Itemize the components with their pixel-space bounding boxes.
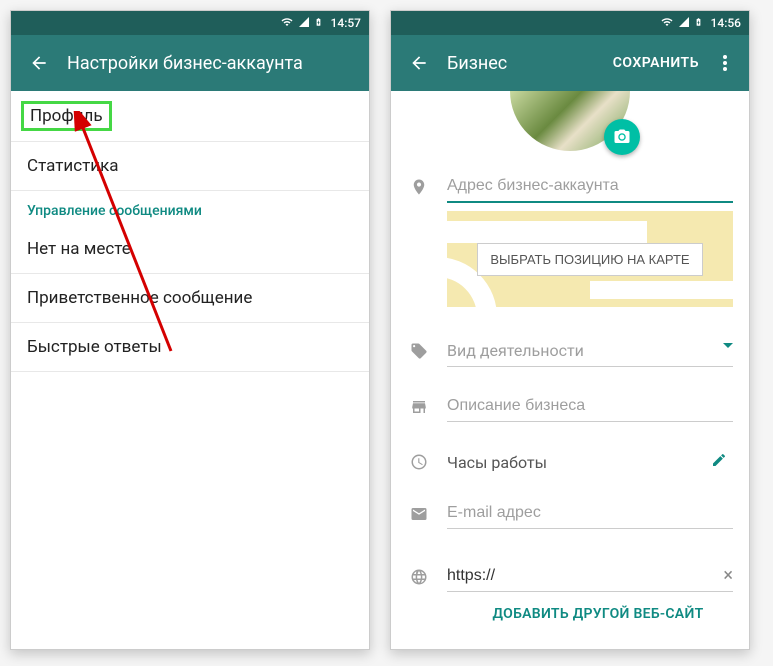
description-input[interactable] [447,391,733,422]
menu-item-label: Профиль [30,106,103,126]
menu-item-greeting[interactable]: Приветственное сообщение [11,274,369,323]
signal-icon [298,16,310,31]
status-bar: 14:57 [11,11,369,35]
app-bar: Бизнес СОХРАНИТЬ [391,35,749,91]
wifi-icon [280,16,294,31]
category-dropdown[interactable]: Вид деятельности [447,335,733,367]
overflow-menu-button[interactable] [709,43,741,83]
address-input[interactable] [447,171,733,203]
status-time: 14:57 [331,16,361,30]
tag-icon [407,342,431,360]
hours-row[interactable]: Часы работы [391,436,749,478]
website-input[interactable] [447,561,733,592]
clock-icon [407,453,431,471]
appbar-title: Настройки бизнес-аккаунта [67,53,361,74]
back-button[interactable] [399,43,439,83]
address-row [391,161,749,203]
menu-item-label: Приветственное сообщение [27,288,252,308]
globe-icon [407,568,431,586]
category-placeholder: Вид деятельности [447,335,733,366]
status-time: 14:56 [711,16,741,30]
category-row: Вид деятельности [391,325,749,367]
save-button[interactable]: СОХРАНИТЬ [603,47,709,79]
location-icon [407,178,431,196]
avatar-section [391,91,749,151]
back-button[interactable] [19,43,59,83]
clear-website-button[interactable]: × [723,565,733,586]
change-photo-button[interactable] [604,119,640,155]
appbar-title: Бизнес [447,53,603,74]
phone-business-profile: 14:56 Бизнес СОХРАНИТЬ [390,10,750,650]
hours-label: Часы работы [447,447,689,478]
menu-item-stats[interactable]: Статистика [11,142,369,191]
menu-item-label: Нет на месте [27,239,131,259]
menu-item-label: Статистика [27,156,119,176]
phone-settings: 14:57 Настройки бизнес-аккаунта Профиль … [10,10,370,650]
pick-on-map-button[interactable]: ВЫБРАТЬ ПОЗИЦИЮ НА КАРТЕ [477,243,702,276]
edit-hours-button[interactable] [705,446,733,478]
status-bar: 14:56 [391,11,749,35]
battery-icon [694,15,703,32]
store-icon [407,398,431,416]
add-website-button[interactable]: ДОБАВИТЬ ДРУГОЙ ВЕБ-САЙТ [447,592,749,636]
map-preview[interactable]: ВЫБРАТЬ ПОЗИЦИЮ НА КАРТЕ [447,211,733,307]
menu-item-quick-replies[interactable]: Быстрые ответы [11,323,369,372]
battery-icon [314,15,323,32]
wifi-icon [660,16,674,31]
signal-icon [678,16,690,31]
email-icon [407,505,431,523]
menu-item-away[interactable]: Нет на месте [11,225,369,274]
website-row: × [391,551,749,592]
section-header-messaging: Управление сообщениями [11,191,369,225]
menu-item-label: Быстрые ответы [27,337,162,357]
menu-item-profile[interactable]: Профиль [21,101,112,131]
email-row [391,488,749,529]
email-input[interactable] [447,498,733,529]
chevron-down-icon [723,343,733,348]
avatar-image[interactable] [510,91,630,151]
description-row [391,381,749,422]
app-bar: Настройки бизнес-аккаунта [11,35,369,91]
